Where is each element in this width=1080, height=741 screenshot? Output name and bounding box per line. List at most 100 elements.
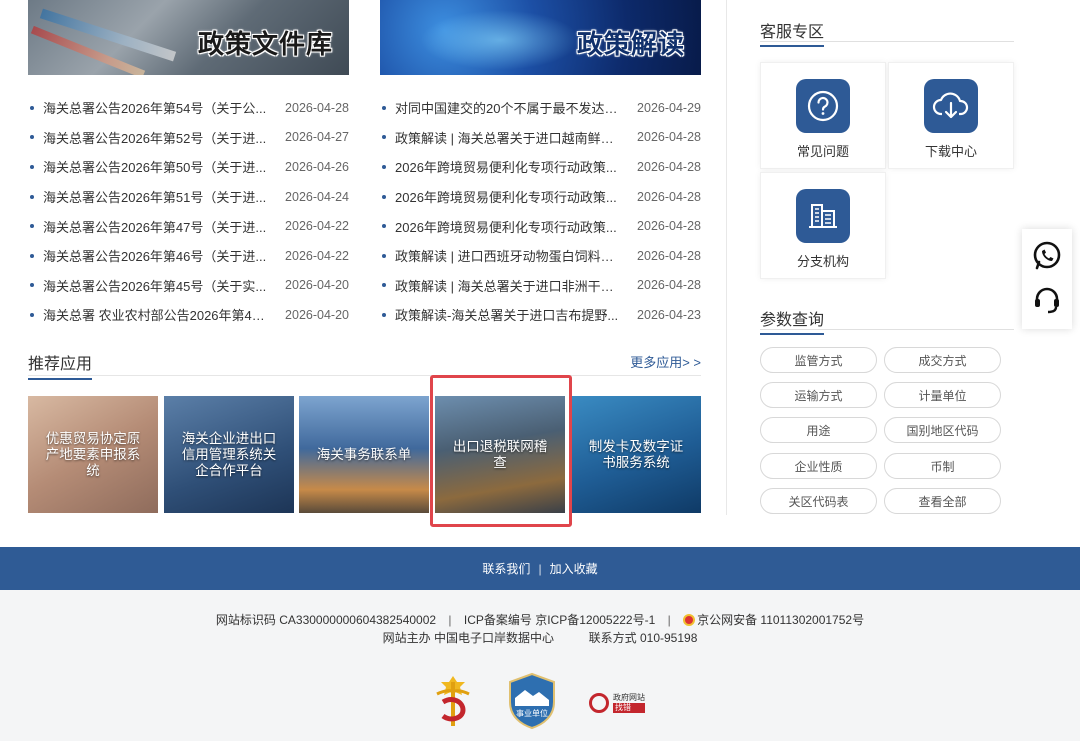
news-title[interactable]: 海关总署公告2026年第51号（关于进... [43, 187, 267, 206]
service-section-title: 客服专区 [760, 18, 825, 47]
public-institution-badge[interactable]: 事业单位 [507, 672, 557, 733]
list-item[interactable]: 2026年跨境贸易便利化专项行动政策... 2026-04-28 [380, 182, 701, 212]
bullet-icon [382, 312, 386, 317]
policy-library-banner[interactable]: 政策文件库 [28, 0, 349, 75]
more-apps-link[interactable]: 更多应用> > [630, 352, 701, 371]
customer-service-icon[interactable] [1031, 284, 1063, 319]
list-item[interactable]: 2026年跨境贸易便利化专项行动政策... 2026-04-28 [380, 152, 701, 182]
news-title[interactable]: 海关总署公告2026年第50号（关于进... [43, 157, 267, 176]
site-id-text: 网站标识码 CA330000000604382540002 [215, 613, 437, 627]
news-date: 2026-04-28 [637, 189, 701, 204]
param-country-code[interactable]: 国别地区代码 [884, 417, 1001, 443]
divider: | [448, 613, 452, 627]
app-label: 海关企业进出口信用管理系统关企合作平台 [181, 430, 277, 478]
list-item[interactable]: 政策解读 | 海关总署关于进口非洲干辣... 2026-04-28 [380, 271, 701, 301]
bullet-icon [30, 253, 34, 258]
app-tile-origin-declaration[interactable]: 优惠贸易协定原产地要素申报系统 [28, 396, 158, 513]
news-title[interactable]: 2026年跨境贸易便利化专项行动政策... [395, 157, 619, 176]
footer-host: 网站主办 中国电子口岸数据中心 联系方式 010-95198 [0, 629, 1080, 646]
app-tile-credit-management[interactable]: 海关企业进出口信用管理系统关企合作平台 [164, 396, 294, 513]
footer-nav: 联系我们 | 加入收藏 [0, 547, 1080, 590]
list-item[interactable]: 2026年跨境贸易便利化专项行动政策... 2026-04-28 [380, 211, 701, 241]
banner-decoration [39, 8, 177, 62]
news-title[interactable]: 政策解读 | 海关总署关于进口非洲干辣... [395, 276, 619, 295]
customs-emblem-icon[interactable] [431, 672, 475, 733]
list-item[interactable]: 政策解读 | 海关总署关于进口越南鲜食... 2026-04-28 [380, 123, 701, 153]
param-unit[interactable]: 计量单位 [884, 382, 1001, 408]
contact-us-link[interactable]: 联系我们 [482, 560, 530, 577]
app-tile-customs-contact[interactable]: 海关事务联系单 [299, 396, 429, 513]
list-item[interactable]: 海关总署公告2026年第52号（关于进... 2026-04-27 [28, 123, 349, 153]
param-usage[interactable]: 用途 [760, 417, 877, 443]
icp-link[interactable]: ICP备案编号 京ICP备12005222号-1 [464, 613, 655, 627]
bullet-icon [30, 105, 34, 110]
news-title[interactable]: 海关总署 农业农村部公告2026年第49... [43, 305, 267, 324]
param-transport-mode[interactable]: 运输方式 [760, 382, 877, 408]
branch-office-button[interactable]: 分支机构 [760, 172, 886, 279]
divider: | [667, 613, 671, 627]
list-item[interactable]: 海关总署公告2026年第50号（关于进... 2026-04-26 [28, 152, 349, 182]
news-title[interactable]: 政策解读 | 海关总署关于进口越南鲜食... [395, 128, 619, 147]
news-title[interactable]: 2026年跨境贸易便利化专项行动政策... [395, 217, 619, 236]
bullet-icon [382, 105, 386, 110]
news-title[interactable]: 2026年跨境贸易便利化专项行动政策... [395, 187, 619, 206]
app-tile-digital-certificate[interactable]: 制发卡及数字证书服务系统 [571, 396, 701, 513]
recommended-apps: 优惠贸易协定原产地要素申报系统 海关企业进出口信用管理系统关企合作平台 海关事务… [28, 396, 701, 513]
news-title[interactable]: 海关总署公告2026年第54号（关于公... [43, 98, 267, 117]
badge-text: 事业单位 [516, 708, 548, 718]
bullet-icon [30, 283, 34, 288]
bullet-icon [382, 283, 386, 288]
chat-icon[interactable] [1031, 240, 1063, 275]
news-title[interactable]: 对同中国建交的20个不属于最不发达国... [395, 98, 619, 117]
news-title[interactable]: 海关总署公告2026年第46号（关于进... [43, 246, 267, 265]
news-date: 2026-04-22 [285, 248, 349, 263]
gov-error-report-link[interactable]: 政府网站 找错 [589, 688, 649, 718]
param-view-all[interactable]: 查看全部 [884, 488, 1001, 514]
faq-button[interactable]: 常见问题 [760, 62, 886, 169]
param-currency[interactable]: 币制 [884, 453, 1001, 479]
news-date: 2026-04-27 [285, 130, 349, 145]
list-item[interactable]: 海关总署公告2026年第46号（关于进... 2026-04-22 [28, 241, 349, 271]
news-title[interactable]: 政策解读-海关总署关于进口吉布提野... [395, 305, 619, 324]
params-section-title: 参数查询 [760, 306, 825, 335]
policy-interpretation-title: 政策解读 [576, 30, 685, 60]
banner-decoration [420, 10, 580, 70]
list-item[interactable]: 海关总署 农业农村部公告2026年第49... 2026-04-20 [28, 300, 349, 330]
policy-interpretation-list: 对同中国建交的20个不属于最不发达国... 2026-04-29 政策解读 | 海… [380, 93, 701, 330]
bullet-icon [30, 194, 34, 199]
param-enterprise-type[interactable]: 企业性质 [760, 453, 877, 479]
param-supervision-mode[interactable]: 监管方式 [760, 347, 877, 373]
list-item[interactable]: 海关总署公告2026年第54号（关于公... 2026-04-28 [28, 93, 349, 123]
phone-text: 联系方式 010-95198 [588, 631, 698, 645]
police-record-link[interactable]: 京公网安备 11011302001752号 [697, 613, 864, 627]
news-title[interactable]: 海关总署公告2026年第45号（关于实... [43, 276, 267, 295]
news-date: 2026-04-28 [285, 100, 349, 115]
list-item[interactable]: 海关总署公告2026年第47号（关于进... 2026-04-22 [28, 211, 349, 241]
list-item[interactable]: 海关总署公告2026年第51号（关于进... 2026-04-24 [28, 182, 349, 212]
param-transaction-mode[interactable]: 成交方式 [884, 347, 1001, 373]
list-item[interactable]: 海关总署公告2026年第45号（关于实... 2026-04-20 [28, 271, 349, 301]
download-center-button[interactable]: 下载中心 [888, 62, 1014, 169]
service-section-header: 客服专区 [760, 18, 1014, 47]
param-customs-code[interactable]: 关区代码表 [760, 488, 877, 514]
bullet-icon [382, 135, 386, 140]
news-date: 2026-04-28 [637, 219, 701, 234]
news-title[interactable]: 海关总署公告2026年第52号（关于进... [43, 128, 267, 147]
add-favorite-link[interactable]: 加入收藏 [550, 560, 598, 577]
news-title[interactable]: 海关总署公告2026年第47号（关于进... [43, 217, 267, 236]
selection-highlight [430, 375, 572, 527]
app-label: 制发卡及数字证书服务系统 [588, 438, 684, 470]
divider: | [538, 561, 542, 576]
policy-library-title: 政策文件库 [197, 30, 333, 60]
news-title[interactable]: 政策解读 | 进口西班牙动物蛋白饲料检... [395, 246, 619, 265]
app-label: 海关事务联系单 [316, 446, 412, 462]
policy-interpretation-banner[interactable]: 政策解读 [380, 0, 701, 75]
branch-office-label: 分支机构 [796, 254, 849, 269]
list-item[interactable]: 对同中国建交的20个不属于最不发达国... 2026-04-29 [380, 93, 701, 123]
bullet-icon [30, 224, 34, 229]
list-item[interactable]: 政策解读-海关总署关于进口吉布提野... 2026-04-23 [380, 300, 701, 330]
bullet-icon [382, 224, 386, 229]
news-date: 2026-04-23 [637, 307, 701, 322]
list-item[interactable]: 政策解读 | 进口西班牙动物蛋白饲料检... 2026-04-28 [380, 241, 701, 271]
gov-error-label: 找错 [613, 702, 645, 713]
